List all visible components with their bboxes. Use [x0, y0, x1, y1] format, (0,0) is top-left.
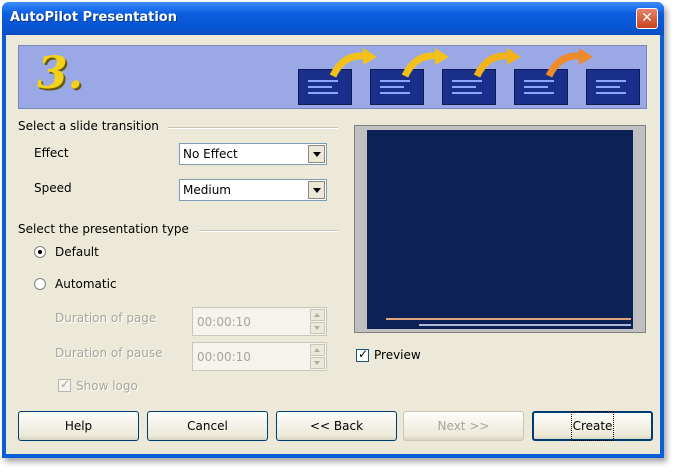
show-logo-label: Show logo [76, 379, 138, 393]
create-button[interactable]: Create [532, 411, 653, 441]
check-icon: ✓ [59, 377, 71, 391]
automatic-radio[interactable] [34, 278, 46, 290]
spin-down-icon[interactable] [310, 357, 325, 369]
preview-label[interactable]: Preview [374, 348, 421, 362]
speed-label: Speed [34, 181, 72, 195]
close-icon: ✕ [641, 10, 653, 26]
effect-label: Effect [34, 146, 69, 160]
spin-up-icon[interactable] [310, 309, 325, 321]
chevron-down-icon[interactable] [308, 145, 325, 163]
back-button[interactable]: << Back [276, 411, 397, 441]
preview-slide [367, 130, 633, 329]
transition-group-label: Select a slide transition [18, 119, 159, 133]
check-icon: ✓ [357, 347, 369, 361]
presentation-type-group-label: Select the presentation type [18, 222, 189, 236]
dialog-window: AutoPilot Presentation ✕ 3. Select a sli… [2, 2, 664, 458]
help-button[interactable]: Help [18, 411, 139, 441]
duration-page-value: 00:00:10 [197, 315, 251, 329]
speed-value: Medium [183, 183, 231, 197]
duration-pause-label: Duration of pause [55, 346, 163, 360]
duration-page-label: Duration of page [55, 311, 157, 325]
title-bar[interactable]: AutoPilot Presentation ✕ [2, 2, 664, 35]
help-button-label: Help [64, 419, 93, 433]
curved-arrow-icon [473, 48, 521, 78]
curved-arrow-icon [329, 48, 377, 78]
step-number: 3. [37, 48, 83, 99]
automatic-radio-label[interactable]: Automatic [55, 277, 117, 291]
close-button[interactable]: ✕ [636, 8, 658, 29]
duration-pause-stepper[interactable]: 00:00:10 [192, 342, 327, 371]
preview-checkbox[interactable]: ✓ [356, 347, 369, 362]
curved-arrow-icon [545, 48, 593, 78]
speed-dropdown[interactable]: Medium [179, 179, 327, 201]
preview-line [386, 318, 631, 320]
cancel-button[interactable]: Cancel [147, 411, 268, 441]
cancel-button-label: Cancel [187, 419, 228, 433]
create-button-label: Create [570, 411, 615, 441]
wizard-banner: 3. [18, 45, 647, 109]
separator [199, 230, 338, 232]
duration-page-stepper[interactable]: 00:00:10 [192, 307, 327, 336]
default-radio-label[interactable]: Default [55, 245, 99, 259]
window-title: AutoPilot Presentation [10, 10, 177, 25]
preview-line [419, 324, 631, 326]
show-logo-checkbox[interactable]: ✓ [58, 377, 71, 392]
preview-pane [354, 125, 646, 333]
spin-down-icon[interactable] [310, 322, 325, 334]
dialog-body: 3. Select a slide transition Effect No E… [6, 35, 660, 454]
curved-arrow-icon [401, 48, 449, 78]
spin-up-icon[interactable] [310, 344, 325, 356]
back-button-label: << Back [309, 419, 364, 433]
duration-pause-value: 00:00:10 [197, 350, 251, 364]
effect-dropdown[interactable]: No Effect [179, 143, 327, 165]
next-button-label: Next >> [437, 419, 490, 433]
default-radio[interactable] [34, 246, 46, 258]
effect-value: No Effect [183, 147, 238, 161]
next-button[interactable]: Next >> [403, 411, 524, 441]
separator [168, 127, 338, 129]
chevron-down-icon[interactable] [308, 181, 325, 199]
